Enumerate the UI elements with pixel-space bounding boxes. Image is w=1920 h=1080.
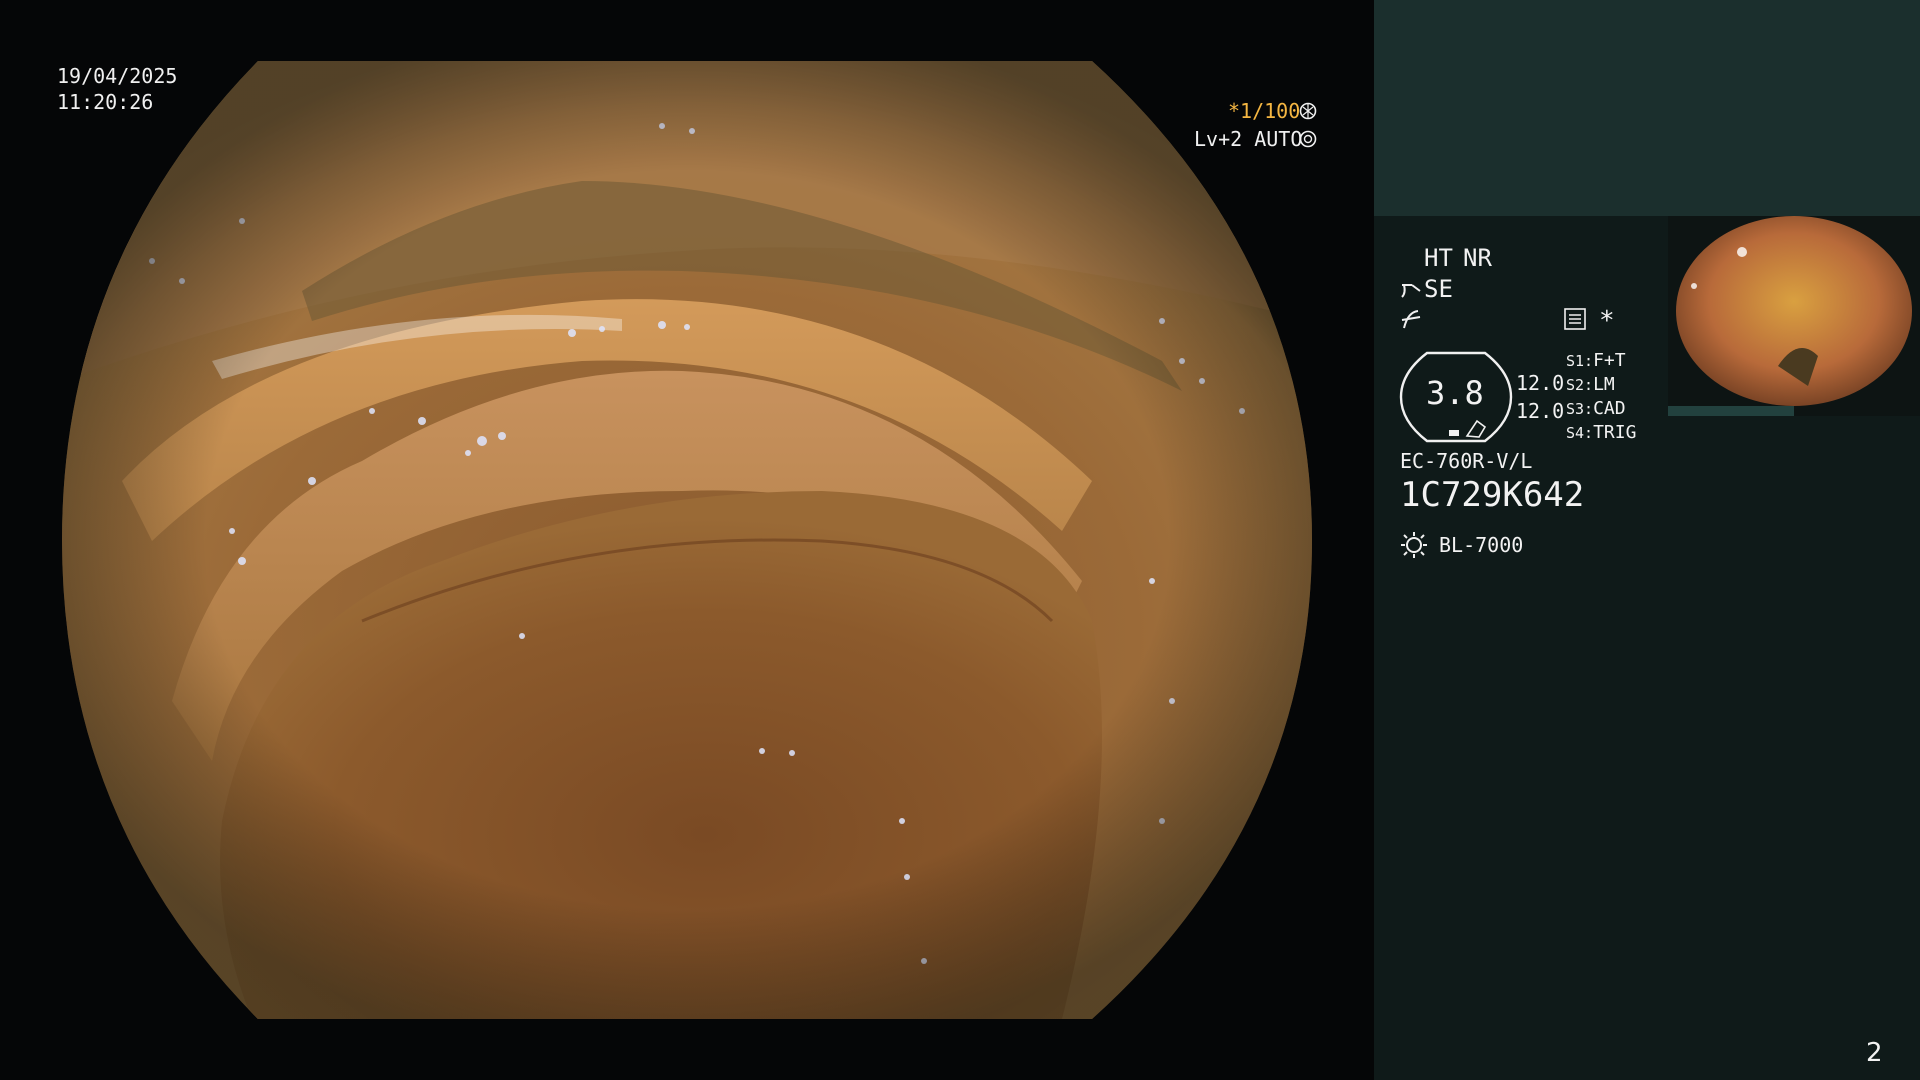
aperture-icon — [1299, 102, 1317, 120]
switch-1: S1:F+T — [1566, 350, 1626, 371]
switch-3: S3:CAD — [1566, 398, 1626, 419]
capture-thumbnail[interactable] — [1668, 216, 1920, 416]
iris-icon — [1299, 130, 1317, 148]
light-source-icon — [1400, 531, 1428, 559]
f-curve-icon — [1400, 308, 1422, 330]
date-label: 19/04/2025 — [57, 64, 178, 88]
nr-indicator: NR — [1463, 244, 1492, 272]
settings-list-icon — [1564, 308, 1586, 330]
scope-serial: 1C729K642 — [1400, 475, 1585, 515]
gauge-bottom-value: 12.0 — [1516, 399, 1565, 423]
se-indicator: SE — [1424, 275, 1453, 303]
asterisk-indicator: * — [1599, 306, 1615, 336]
light-level-label: Lv+2 AUTO — [1194, 127, 1303, 151]
gauge-top-value: 12.0 — [1516, 371, 1565, 395]
scope-model: EC-760R-V/L — [1400, 449, 1533, 473]
switch-2: S2:LM — [1566, 374, 1615, 395]
switch-4: S4:TRIG — [1566, 422, 1637, 443]
page-number: 2 — [1866, 1038, 1883, 1068]
shutter-speed-label: *1/100 — [1228, 99, 1301, 123]
info-panel-header — [1374, 0, 1920, 216]
light-source-label: BL-7000 — [1439, 533, 1524, 557]
endoscope-view — [62, 61, 1312, 1019]
scope-tip-icon — [1400, 279, 1424, 299]
time-label: 11:20:26 — [57, 90, 154, 114]
zoom-value: 3.8 — [1426, 374, 1484, 412]
ht-indicator: HT — [1424, 244, 1453, 272]
thumbnail-status-bar — [1668, 406, 1794, 416]
